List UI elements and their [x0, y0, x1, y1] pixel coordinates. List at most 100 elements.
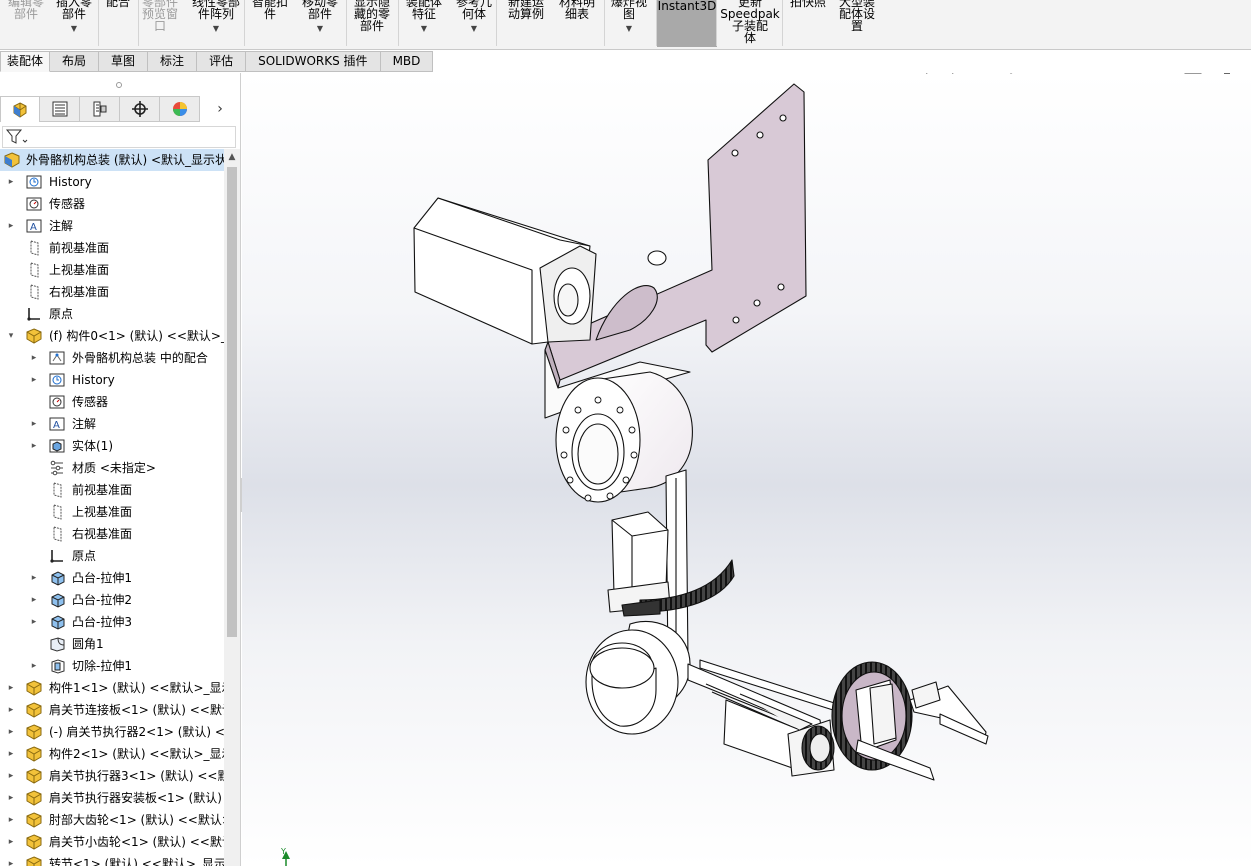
tree-item[interactable]: ▸ History [0, 171, 224, 193]
tree-item[interactable]: 右视基准面 [0, 281, 224, 303]
history-icon [26, 175, 42, 189]
command-tab-3[interactable]: 标注 [148, 51, 198, 72]
tree-item-label: 圆角1 [72, 637, 104, 651]
expand-arrow-icon[interactable]: ▸ [6, 853, 16, 866]
expand-arrow-icon[interactable]: ▸ [6, 809, 16, 831]
command-tab-1[interactable]: 布局 [50, 51, 100, 72]
fillet-icon [50, 637, 65, 652]
tree-item[interactable]: ▸ History [0, 369, 224, 391]
command-tab-6[interactable]: MBD [380, 51, 434, 72]
tree-item[interactable]: 上视基准面 [0, 259, 224, 281]
tree-item[interactable]: ▸ (-) 肩关节执行器2<1> (默认) << [0, 721, 224, 743]
scrollbar-thumb[interactable] [227, 167, 237, 637]
expand-arrow-icon[interactable]: ▸ [6, 677, 16, 699]
panel-tabs-more-button[interactable]: › [200, 96, 240, 122]
ribbon-button-16[interactable]: 大型装 配体设 置 [822, 0, 892, 32]
expand-arrow-icon[interactable]: ▸ [6, 787, 16, 809]
tree-item[interactable]: ▸ 肘部大齿轮<1> (默认) <<默认> [0, 809, 224, 831]
expand-arrow-icon[interactable]: ▸ [29, 347, 39, 369]
tree-item-label: 材质 <未指定> [72, 461, 156, 475]
tree-item[interactable]: ▸ 肩关节连接板<1> (默认) <<默认 [0, 699, 224, 721]
tree-item[interactable]: 原点 [0, 545, 224, 567]
property-manager-icon [52, 101, 67, 117]
tree-root-assembly[interactable]: 外骨骼机构总装 (默认) <默认_显示状 [0, 149, 224, 171]
tree-item[interactable]: ▸ 凸台-拉伸3 [0, 611, 224, 633]
tree-item[interactable]: ▾ (f) 构件0<1> (默认) <<默认>_显 [0, 325, 224, 347]
expand-arrow-icon[interactable]: ▸ [6, 699, 16, 721]
scroll-up-arrow-icon[interactable]: ▲ [224, 149, 240, 165]
expand-arrow-icon[interactable]: ▸ [6, 743, 16, 765]
tree-item[interactable]: ▸ 外骨骼机构总装 中的配合 [0, 347, 224, 369]
expand-arrow-icon[interactable]: ▸ [6, 215, 16, 237]
expand-arrow-icon[interactable]: ▸ [29, 567, 39, 589]
hide-show-items-icon[interactable] [1123, 73, 1143, 75]
expand-arrow-icon[interactable]: ▸ [29, 369, 39, 391]
expand-arrow-icon[interactable]: ▸ [29, 589, 39, 611]
expand-arrow-icon[interactable]: ▸ [6, 171, 16, 193]
tree-item[interactable]: 前视基准面 [0, 237, 224, 259]
tree-item[interactable]: 原点 [0, 303, 224, 325]
zoom-to-area-icon[interactable] [950, 73, 970, 75]
command-tab-0[interactable]: 装配体 [0, 51, 51, 72]
chevron-down-icon[interactable]: ▼ [181, 23, 251, 35]
zoom-to-fit-icon[interactable] [924, 73, 944, 75]
boss-extrude-icon [51, 571, 65, 586]
command-tab-4[interactable]: 评估 [197, 51, 247, 72]
tree-filter[interactable] [2, 126, 236, 148]
previous-view-icon[interactable] [976, 73, 996, 75]
view-settings-icon[interactable] [1217, 73, 1237, 75]
tree-item[interactable]: 右视基准面 [0, 523, 224, 545]
panel-grip-handle[interactable] [116, 82, 122, 88]
expand-arrow-icon[interactable]: ▸ [6, 831, 16, 853]
tree-item[interactable]: 材质 <未指定> [0, 457, 224, 479]
tree-item[interactable]: ▸ 肩关节执行器安装板<1> (默认) [0, 787, 224, 809]
tree-item[interactable]: 传感器 [0, 391, 224, 413]
tree-item[interactable]: 圆角1 [0, 633, 224, 655]
command-tab-5[interactable]: SOLIDWORKS 插件 [246, 51, 381, 72]
assembly-model[interactable] [242, 73, 1251, 866]
edit-appearance-icon[interactable] [1157, 73, 1177, 75]
mates-icon [49, 351, 65, 365]
feature-manager-tab[interactable] [0, 96, 40, 122]
expand-arrow-icon[interactable]: ▸ [29, 435, 39, 457]
tree-scrollbar[interactable]: ▲ [224, 149, 240, 866]
tree-item-label: 传感器 [49, 197, 86, 211]
ribbon-separator [244, 0, 245, 46]
tree-item[interactable]: ▸ 切除-拉伸1 [0, 655, 224, 677]
tree-item[interactable]: ▸ 凸台-拉伸1 [0, 567, 224, 589]
dynamic-annotation-icon[interactable] [1028, 73, 1048, 75]
configuration-manager-tab[interactable] [80, 96, 120, 122]
tree-item[interactable]: ▸ 构件1<1> (默认) <<默认>_显示 [0, 677, 224, 699]
dimxpert-manager-tab[interactable] [120, 96, 160, 122]
tree-item[interactable]: ▸ A 注解 [0, 413, 224, 435]
view-orientation-icon[interactable] [1054, 73, 1074, 75]
expand-arrow-icon[interactable]: ▸ [6, 765, 16, 787]
expand-arrow-icon[interactable]: ▸ [29, 413, 39, 435]
tree-item[interactable]: ▸ 肩关节小齿轮<1> (默认) <<默认 [0, 831, 224, 853]
tree-item[interactable]: ▸ 凸台-拉伸2 [0, 589, 224, 611]
collapse-arrow-icon[interactable]: ▾ [6, 325, 16, 347]
tree-item[interactable]: ▸ A 注解 [0, 215, 224, 237]
boss-extrude-icon [51, 593, 65, 608]
tree-item[interactable]: ▸ 实体(1) [0, 435, 224, 457]
tree-item[interactable]: ▸ 肩关节执行器3<1> (默认) <<默 [0, 765, 224, 787]
apply-scene-icon[interactable] [1183, 73, 1203, 75]
tree-item-label: History [49, 175, 92, 189]
tree-item[interactable]: ▸ 转节<1> (默认) <<默认>_显示 [0, 853, 224, 866]
expand-arrow-icon[interactable]: ▸ [29, 655, 39, 677]
section-view-icon[interactable] [1002, 73, 1022, 75]
display-manager-tab[interactable] [160, 96, 200, 122]
tree-item[interactable]: 传感器 [0, 193, 224, 215]
display-style-icon[interactable] [1088, 73, 1108, 75]
plane-icon [53, 482, 62, 498]
expand-arrow-icon[interactable]: ▸ [6, 721, 16, 743]
expand-arrow-icon[interactable]: ▸ [29, 611, 39, 633]
ribbon-button-13[interactable]: Instant3D [657, 0, 717, 47]
property-manager-tab[interactable] [40, 96, 80, 122]
graphics-area[interactable]: ▼ ▼ ▼ ▼ ▼ Y [242, 73, 1251, 866]
command-tab-2[interactable]: 草图 [99, 51, 149, 72]
tree-item[interactable]: 上视基准面 [0, 501, 224, 523]
tree-item[interactable]: ▸ 构件2<1> (默认) <<默认>_显示 [0, 743, 224, 765]
chevron-down-icon[interactable]: ▼ [439, 23, 509, 35]
tree-item[interactable]: 前视基准面 [0, 479, 224, 501]
